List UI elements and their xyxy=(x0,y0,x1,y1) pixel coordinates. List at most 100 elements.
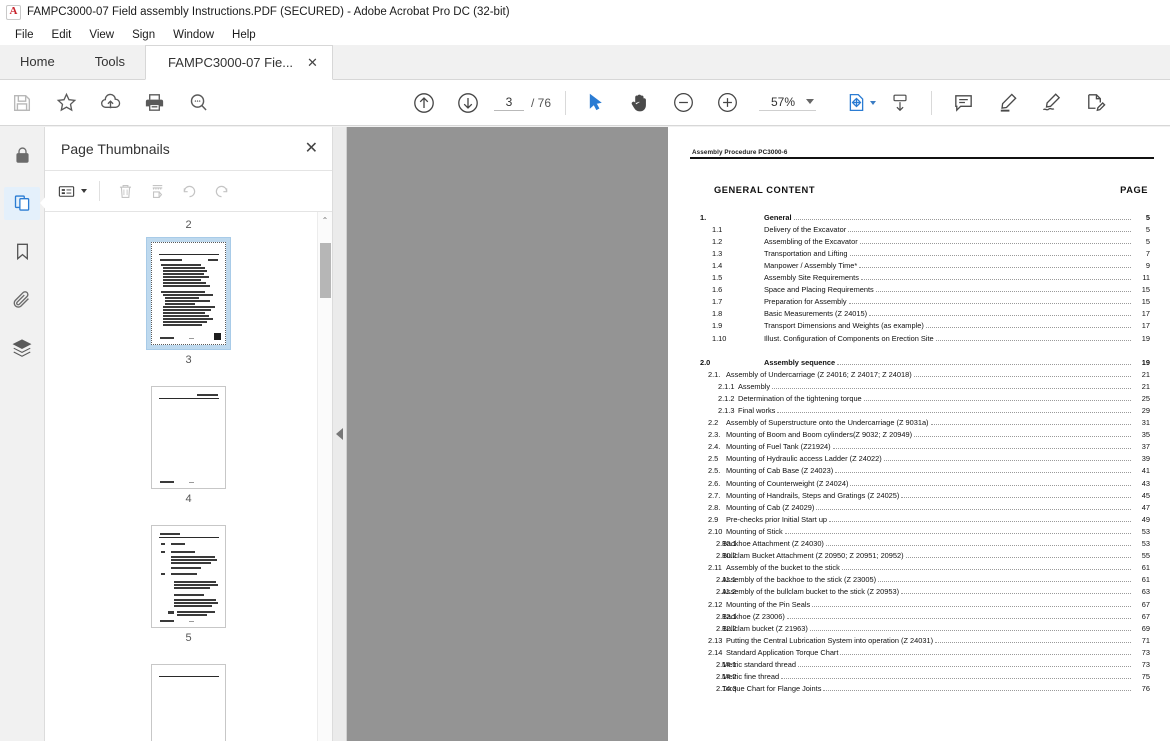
zoom-out-icon[interactable] xyxy=(661,81,705,125)
page-number-input[interactable] xyxy=(494,94,524,111)
toc-row[interactable]: 2.1.3 Final works 29 xyxy=(690,405,1150,417)
toc-row[interactable]: 2.1.1 Assembly 21 xyxy=(690,381,1150,393)
search-icon[interactable] xyxy=(176,81,220,125)
toc-row[interactable]: 1.9 Transport Dimensions and Weights (as … xyxy=(690,320,1150,332)
toc-row[interactable]: 2.1.2 Determination of the tightening tor… xyxy=(690,393,1150,405)
toc-leader-dots xyxy=(797,665,1131,667)
toc-row[interactable]: 2.13 Putting the Central Lubrication Syst… xyxy=(690,635,1150,647)
toc-row[interactable]: 2.9 Pre-checks prior Initial Start up 49 xyxy=(690,514,1150,526)
star-icon[interactable] xyxy=(44,81,88,125)
toc-entry-title: Standard Application Torque Chart xyxy=(726,647,839,657)
toc-row[interactable]: 2.8. Mounting of Cab (Z 24029) 47 xyxy=(690,502,1150,514)
toc-number: 1.5 xyxy=(712,273,723,283)
scroll-down-icon[interactable] xyxy=(878,81,922,125)
menu-window[interactable]: Window xyxy=(164,27,223,43)
sidebar-item-attachments[interactable] xyxy=(4,283,40,316)
toc-row[interactable]: 2.11 Assembly of the bucket to the stick 6… xyxy=(690,562,1150,574)
menu-view[interactable]: View xyxy=(80,27,123,43)
toc-row[interactable]: 2.10 Mounting of Stick 53 xyxy=(690,526,1150,538)
toc-row[interactable]: 2.4. Mounting of Fuel Tank (Z21924) 37 xyxy=(690,441,1150,453)
toc-row[interactable]: 1.7 Preparation for Assembly 15 xyxy=(690,296,1150,308)
toc-row[interactable]: 2.2 Assembly of Superstructure onto the U… xyxy=(690,417,1150,429)
toc-row[interactable]: 2.6. Mounting of Counterweight (Z 24024) 4… xyxy=(690,478,1150,490)
toc-row[interactable]: 1.6 Space and Placing Requirements 15 xyxy=(690,284,1150,296)
toc-row[interactable]: 2.14 Standard Application Torque Chart 73 xyxy=(690,647,1150,659)
panel-splitter[interactable] xyxy=(333,127,347,741)
fit-page-icon[interactable] xyxy=(844,81,878,125)
toc-row[interactable]: 2.5 Mounting of Hydraulic access Ladder (… xyxy=(690,453,1150,465)
next-page-icon[interactable] xyxy=(446,81,490,125)
thumbnails-scroll-area[interactable]: 2 3 4 5 ⌃ xyxy=(45,212,332,741)
menu-file[interactable]: File xyxy=(6,27,43,43)
toc-row[interactable]: 1. General 5 xyxy=(690,212,1150,224)
scrollbar-thumb[interactable] xyxy=(320,243,331,298)
toc-row[interactable]: 2.12.2 Bullclam bucket (Z 21963) 69 xyxy=(690,623,1150,635)
toc-row[interactable]: 1.2 Assembling of the Excavator 5 xyxy=(690,236,1150,248)
menu-sign[interactable]: Sign xyxy=(123,27,164,43)
toc-row[interactable]: 2.14.2 Metric fine thread 75 xyxy=(690,671,1150,683)
toc-row[interactable]: 2.11.1 Assembly of the backhoe to the sti… xyxy=(690,574,1150,586)
trash-icon[interactable] xyxy=(110,177,140,205)
toc-number: 1.1 xyxy=(712,224,723,234)
document-viewport[interactable]: Assembly Procedure PC3000-6 GENERAL CONT… xyxy=(347,127,1170,741)
rotate-clockwise-icon[interactable] xyxy=(206,177,236,205)
scroll-up-icon[interactable]: ⌃ xyxy=(318,212,332,228)
toc-row[interactable]: 2.14.3 Torque Chart for Flange Joints 76 xyxy=(690,683,1150,695)
sidebar-item-layers[interactable] xyxy=(4,331,40,364)
save-icon[interactable] xyxy=(0,81,44,125)
thumbnail-page-4[interactable] xyxy=(151,386,226,489)
sidebar-item-bookmarks[interactable] xyxy=(4,235,40,268)
sidebar-item-page-thumbnails[interactable] xyxy=(4,187,48,220)
panel-close-icon[interactable]: ✕ xyxy=(305,140,318,157)
thumbnail-number: 2 xyxy=(185,219,192,231)
toc-row[interactable]: 2.12.1 Backhoe (Z 23006) 67 xyxy=(690,611,1150,623)
toc-row[interactable]: 1.5 Assembly Site Requirements 11 xyxy=(690,272,1150,284)
upload-cloud-icon[interactable] xyxy=(88,81,132,125)
menu-edit[interactable]: Edit xyxy=(43,27,81,43)
tab-document[interactable]: FAMPC3000-07 Fie... ✕ xyxy=(145,45,333,80)
toc-row[interactable]: 1.3 Transportation and Lifting 7 xyxy=(690,248,1150,260)
thumbnail-page-3[interactable] xyxy=(151,242,226,345)
list-options-icon[interactable] xyxy=(55,177,89,205)
panel-toolbar-divider xyxy=(99,181,100,201)
comment-icon[interactable] xyxy=(941,81,985,125)
toc-row[interactable]: 1.4 Manpower / Assembly Time* 9 xyxy=(690,260,1150,272)
thumbnail-page-6[interactable] xyxy=(151,664,226,741)
thumbnail-selected-wrapper[interactable] xyxy=(146,237,231,350)
toc-row[interactable]: 2.14.1 Metric standard thread 73 xyxy=(690,659,1150,671)
toc-row[interactable]: 2.10.1 Backhoe Attachment (Z 24030) 53 xyxy=(690,538,1150,550)
collapse-left-arrow-icon[interactable] xyxy=(336,428,343,440)
cursor-arrow-icon[interactable] xyxy=(573,81,617,125)
zoom-in-icon[interactable] xyxy=(705,81,749,125)
toc-entry-title: Bullclam Bucket Attachment (Z 20950; Z 2… xyxy=(722,551,904,561)
toc-row[interactable]: 1.10 Illust. Configuration of Components … xyxy=(690,333,1150,345)
toc-row[interactable]: 2.12 Mounting of the Pin Seals 67 xyxy=(690,599,1150,611)
toc-page-number: 15 xyxy=(1141,297,1150,307)
previous-page-icon[interactable] xyxy=(402,81,446,125)
rotate-counterclockwise-icon[interactable] xyxy=(174,177,204,205)
thumbnail-page-5[interactable] xyxy=(151,525,226,628)
thumbnails-scrollbar[interactable]: ⌃ xyxy=(317,212,332,741)
toc-row[interactable]: 2.3. Mounting of Boom and Boom cylinders(… xyxy=(690,429,1150,441)
tab-tools[interactable]: Tools xyxy=(75,44,145,79)
toc-row[interactable]: 2.5. Mounting of Cab Base (Z 24023) 41 xyxy=(690,465,1150,477)
tab-close-icon[interactable]: ✕ xyxy=(307,56,318,69)
toc-row[interactable]: 2.1. Assembly of Undercarriage (Z 24016; … xyxy=(690,369,1150,381)
highlighter-icon[interactable] xyxy=(985,81,1029,125)
toc-row[interactable]: 2.7. Mounting of Handrails, Steps and Gra… xyxy=(690,490,1150,502)
toc-page-number: 31 xyxy=(1141,418,1150,428)
menu-help[interactable]: Help xyxy=(223,27,265,43)
tab-home[interactable]: Home xyxy=(0,44,75,79)
request-signature-icon[interactable] xyxy=(1073,81,1117,125)
extract-pages-icon[interactable] xyxy=(142,177,172,205)
sidebar-item-lock[interactable] xyxy=(4,139,40,172)
toc-row[interactable]: 2.10.2 Bullclam Bucket Attachment (Z 2095… xyxy=(690,550,1150,562)
zoom-level-dropdown[interactable]: 57% xyxy=(759,95,817,111)
sign-icon[interactable] xyxy=(1029,81,1073,125)
toc-row[interactable]: 2.11.2 Assembly of the bullclam bucket to… xyxy=(690,586,1150,598)
toc-row[interactable]: 2.0 Assembly sequence 19 xyxy=(690,357,1150,369)
hand-icon[interactable] xyxy=(617,81,661,125)
toc-row[interactable]: 1.1 Delivery of the Excavator 5 xyxy=(690,224,1150,236)
toc-row[interactable]: 1.8 Basic Measurements (Z 24015) 17 xyxy=(690,308,1150,320)
print-icon[interactable] xyxy=(132,81,176,125)
